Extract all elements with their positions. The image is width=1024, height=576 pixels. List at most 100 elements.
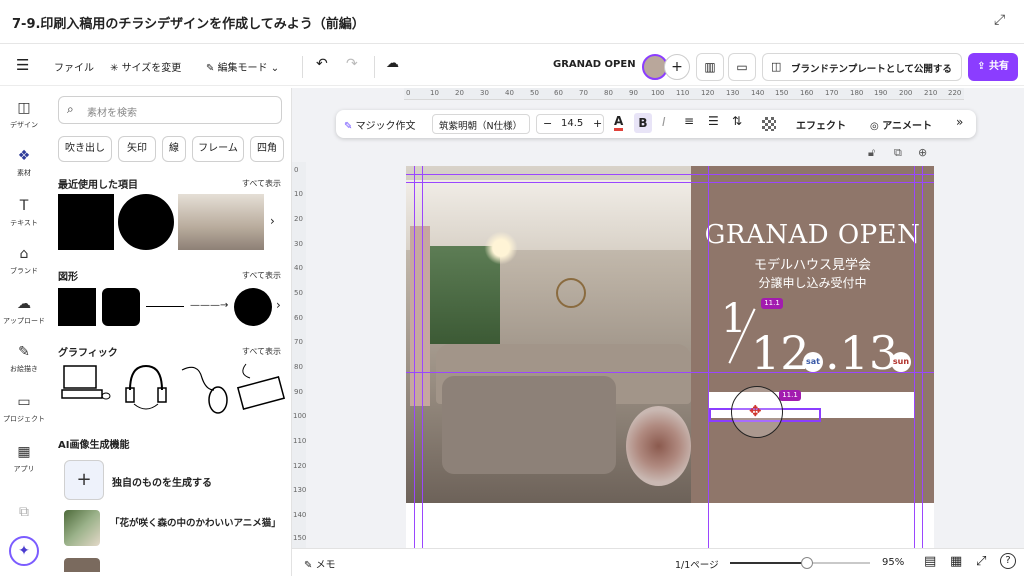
recent-square[interactable] [58, 194, 114, 250]
bold-icon[interactable]: B [634, 113, 652, 133]
chip-square[interactable]: 四角 [250, 136, 284, 162]
magic-wand-icon: ✎ [344, 121, 356, 132]
resize-button[interactable]: ✳ サイズを変更 [110, 59, 181, 74]
shapes-see-all[interactable]: すべて表示 [242, 270, 281, 281]
subtitle-model-house[interactable]: モデルハウス見学会 [691, 254, 934, 273]
rail-projects[interactable]: ▭ プロジェクト [0, 394, 48, 424]
rail-uploads[interactable]: ☁ アップロード [0, 296, 48, 326]
magic-write-button[interactable]: ✎ マジック作文 [344, 117, 416, 132]
list-icon[interactable]: ☰ [708, 114, 719, 128]
animate-button[interactable]: ◎ アニメート [870, 117, 932, 132]
headline[interactable]: GRANAD OPEN [691, 220, 934, 250]
zoom-slider[interactable] [730, 557, 870, 569]
minus-icon[interactable]: − [543, 117, 552, 130]
ruler-label: 80 [604, 89, 613, 97]
comment-icon[interactable]: ▭ [728, 53, 756, 81]
graphics-see-all[interactable]: すべて表示 [242, 346, 281, 357]
add-collaborator-icon[interactable]: + [664, 54, 690, 80]
duplicate-page-icon[interactable]: ⧉ [894, 146, 902, 160]
ai-example-thumbnail[interactable] [64, 510, 100, 546]
more-chevrons-icon[interactable]: » [956, 115, 963, 129]
recent-circle[interactable] [118, 194, 174, 250]
mouse-graphic[interactable] [178, 360, 234, 416]
rail-brand[interactable]: ⌂ ブランド [0, 246, 48, 276]
ruler-label: 0 [406, 89, 411, 97]
text-color-icon[interactable]: A [614, 114, 624, 131]
laptop-graphic[interactable] [58, 360, 114, 416]
publish-template-button[interactable]: ◫ ブランドテンプレートとして公開する [762, 53, 962, 81]
ai-example-label[interactable]: 「花が咲く森の中のかわいいアニメ猫」 [110, 516, 284, 531]
shape-rounded-square[interactable] [102, 288, 140, 326]
guide-line [406, 372, 934, 373]
keyboard-graphic[interactable] [236, 360, 286, 416]
zoom-slider-thumb[interactable] [801, 557, 813, 569]
rail-design[interactable]: ◫ デザイン [0, 100, 48, 130]
headphones-graphic[interactable] [118, 360, 174, 416]
help-icon[interactable]: ? [1000, 553, 1016, 569]
font-family-select[interactable]: 筑紫明朝（N仕様） [432, 114, 530, 134]
magic-assistant-icon[interactable]: ✦ [9, 536, 39, 566]
chevron-right-icon[interactable]: › [270, 214, 275, 228]
expand-icon[interactable]: ⤢ [994, 12, 1012, 30]
shape-square[interactable] [58, 288, 96, 326]
zoom-slider-fill [730, 562, 807, 564]
dow-sat[interactable]: sat [803, 352, 823, 372]
undo-icon[interactable]: ↶ [316, 56, 328, 72]
spacing-icon[interactable]: ⇅ [732, 114, 742, 128]
text-context-toolbar: ✎ マジック作文 筑紫明朝（N仕様） − 14.5 + A B I ≡ ☰ ⇅ … [336, 110, 976, 138]
subtitle-application[interactable]: 分譲申し込み受付中 [691, 274, 934, 291]
edit-mode-button[interactable]: ✎ 編集モード ⌄ [206, 59, 279, 74]
shape-circle[interactable] [234, 288, 272, 326]
page-indicator[interactable]: 1/1ページ [675, 557, 719, 571]
search-input[interactable]: ⌕ 素材を検索 [58, 96, 282, 124]
chip-frame[interactable]: フレーム [192, 136, 244, 162]
ruler-label: 50 [530, 89, 539, 97]
font-size-stepper[interactable]: − 14.5 + [536, 114, 604, 134]
chip-speech-bubble[interactable]: 吹き出し [58, 136, 112, 162]
rail-label: アップロード [3, 317, 45, 325]
rail-elements[interactable]: ❖ 素材 [0, 148, 48, 178]
effects-button[interactable]: エフェクト [796, 117, 846, 132]
rail-apps[interactable]: ▦ アプリ [0, 444, 48, 474]
redo-icon[interactable]: ↷ [346, 56, 358, 72]
transparency-icon[interactable] [762, 117, 776, 131]
notes-button[interactable]: ✎ メモ [304, 556, 336, 571]
share-button[interactable]: ⇪ 共有 [968, 53, 1018, 81]
ai-generate-plus-icon[interactable]: + [64, 460, 104, 500]
align-center-icon[interactable]: ≡ [684, 114, 694, 128]
italic-icon[interactable]: I [662, 115, 666, 129]
ai-example-thumbnail-2[interactable] [64, 558, 100, 572]
ruler-label: 130 [293, 486, 307, 494]
ai-generate-label[interactable]: 独自のものを生成する [112, 474, 212, 489]
guide-line [414, 166, 415, 548]
rail-draw[interactable]: ✎ お絵描き [0, 344, 48, 374]
recent-see-all[interactable]: すべて表示 [242, 178, 281, 189]
chip-arrow[interactable]: 矢印 [118, 136, 156, 162]
left-rail: ◫ デザイン ❖ 素材 T テキスト ⌂ ブランド ☁ アップロード ✎ お絵描き ▭ プロジ… [0, 88, 48, 576]
chevron-right-icon[interactable]: › [276, 298, 281, 312]
chip-line[interactable]: 線 [162, 136, 186, 162]
add-page-icon[interactable]: ⊕ [918, 146, 927, 159]
rail-more[interactable]: ⧉ [0, 504, 48, 524]
cloud-sync-icon[interactable]: ☁ [386, 56, 399, 71]
grid-view-icon[interactable]: ▤ [924, 554, 936, 569]
font-size-value[interactable]: 14.5 [561, 118, 583, 129]
lock-icon[interactable]: 🔓︎ [868, 146, 875, 160]
shape-arrow[interactable]: ———→ [190, 301, 232, 313]
shape-line[interactable] [146, 306, 184, 307]
info-panel[interactable]: GRANAD OPEN モデルハウス見学会 分譲申し込み受付中 11.1 1 1… [691, 166, 934, 503]
search-placeholder: 素材を検索 [87, 108, 137, 119]
recent-photo[interactable] [178, 194, 264, 250]
living-room-photo[interactable] [406, 166, 691, 503]
page-grid-icon[interactable]: ▦ [950, 554, 962, 569]
insights-icon[interactable]: ▥ [696, 53, 724, 81]
design-page[interactable]: GRANAD OPEN モデルハウス見学会 分譲申し込み受付中 11.1 1 1… [406, 166, 934, 548]
document-name[interactable]: GRANAD OPEN [553, 59, 636, 70]
rail-text[interactable]: T テキスト [0, 198, 48, 228]
plus-icon[interactable]: + [593, 117, 602, 130]
menu-icon[interactable]: ☰ [16, 56, 29, 74]
file-menu[interactable]: ファイル [54, 59, 94, 74]
zoom-value[interactable]: 95% [882, 557, 904, 568]
dow-sun[interactable]: sun [891, 352, 911, 372]
fullscreen-icon[interactable]: ⤢ [976, 554, 986, 569]
